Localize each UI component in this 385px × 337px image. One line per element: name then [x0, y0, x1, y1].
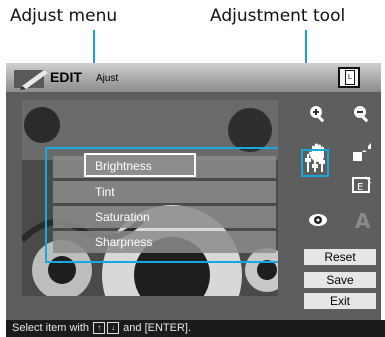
save-button[interactable]: Save: [304, 272, 376, 288]
edit-mode-label: EDIT: [50, 69, 82, 85]
print-size-letter: L: [345, 70, 355, 85]
svg-text:E: E: [357, 182, 363, 193]
svg-text:A: A: [355, 209, 371, 231]
adjust-menu: Brightness Tint Saturation Sharpness: [45, 147, 278, 263]
menu-item-tint[interactable]: Tint: [53, 181, 276, 203]
status-bar: Select item with ↑ ↓ and [ENTER].: [6, 320, 385, 337]
exit-button[interactable]: Exit: [304, 293, 376, 309]
menu-item-saturation[interactable]: Saturation: [53, 206, 276, 228]
menu-item-brightness[interactable]: Brightness: [53, 153, 276, 178]
menu-item-sharpness[interactable]: Sharpness: [53, 231, 276, 253]
adjust-sliders-icon[interactable]: [303, 151, 327, 175]
status-prefix: Select item with: [12, 322, 90, 334]
print-size-icon[interactable]: L: [338, 67, 360, 88]
reset-button[interactable]: Reset: [304, 249, 376, 265]
zoom-in-icon[interactable]: [306, 102, 330, 126]
menu-item-label: Saturation: [95, 210, 150, 224]
frame-icon[interactable]: E: [350, 173, 374, 197]
zoom-out-icon[interactable]: [350, 102, 374, 126]
down-arrow-key-icon: ↓: [107, 322, 120, 335]
title-bar: EDIT Ajust L: [6, 63, 381, 92]
status-and: and: [123, 322, 142, 334]
red-eye-icon[interactable]: [306, 208, 330, 232]
photo-preview: Brightness Tint Saturation Sharpness: [22, 100, 278, 296]
resize-icon[interactable]: [350, 140, 374, 164]
edit-submode-label: Ajust: [96, 73, 119, 84]
device-screen: EDIT Ajust L Brightness Tint Saturation …: [6, 63, 385, 337]
adjustment-tool-callout: Adjustment tool: [210, 6, 346, 26]
menu-item-label: Tint: [95, 185, 115, 199]
adjust-menu-callout: Adjust menu: [10, 6, 118, 26]
text-icon[interactable]: A: [350, 208, 374, 232]
status-enter-key: [ENTER].: [144, 322, 192, 334]
up-arrow-key-icon: ↑: [93, 322, 106, 335]
edit-pencil-icon: [14, 70, 48, 90]
menu-item-label: Sharpness: [95, 235, 153, 249]
menu-item-label: Brightness: [95, 159, 152, 173]
